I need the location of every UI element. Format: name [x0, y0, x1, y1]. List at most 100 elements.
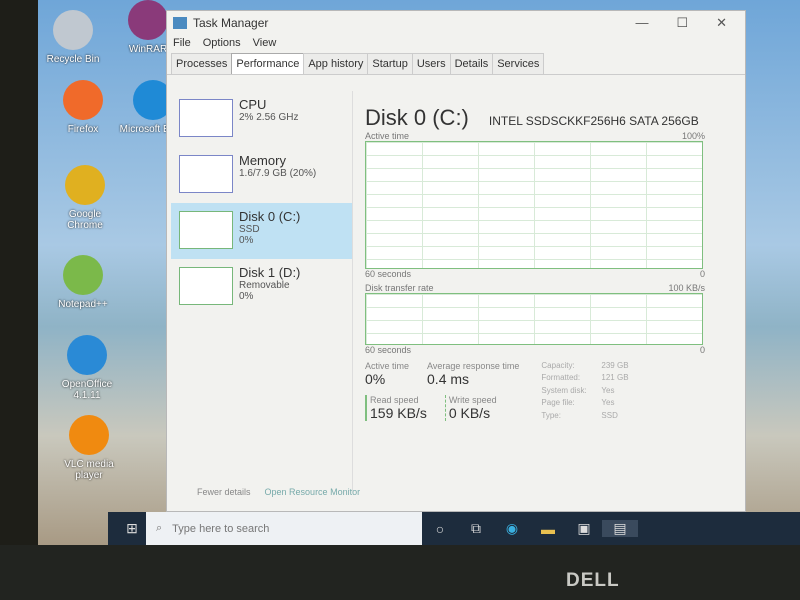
taskbar-search[interactable]: ⌕ Type here to search [146, 512, 422, 545]
tab-processes[interactable]: Processes [171, 53, 233, 74]
app-icon [63, 255, 103, 295]
app-icon [128, 0, 168, 40]
sidebar-item-detail: 2% 2.56 GHz [239, 112, 299, 123]
disk-title: Disk 0 (C:) [365, 105, 469, 130]
mini-graph [179, 99, 233, 137]
desktop-icon-label: VLC media player [64, 459, 114, 481]
property-label: Type: [541, 410, 561, 420]
desktop-icon-label: Recycle Bin [46, 54, 100, 65]
task-manager-window: Task Manager — ☐ ✕ File Options View Pro… [166, 10, 746, 512]
app-icon [63, 80, 103, 120]
taskbar: ⊞ ⌕ Type here to search ○ ⧉ ◉ ▬ ▣ ▤ [108, 512, 800, 545]
sidebar-item-name: Disk 1 (D:) [239, 265, 301, 280]
sidebar-item-usage: 0% [239, 235, 254, 246]
property-label: Formatted: [541, 373, 581, 383]
desktop-icon[interactable]: Firefox [48, 80, 118, 135]
minimize-button[interactable]: — [635, 15, 648, 31]
open-resource-monitor-link[interactable]: Open Resource Monitor [265, 487, 361, 497]
write-speed-value: 0 KB/s [448, 405, 491, 421]
edge-taskbar-icon[interactable]: ◉ [494, 520, 530, 537]
desktop-icon-label: Firefox [67, 124, 99, 135]
property-value: Yes [601, 398, 615, 408]
graph2-x-right: 0 [699, 345, 705, 355]
task-view-icon[interactable]: ⧉ [458, 520, 494, 537]
title-bar: Task Manager — ☐ ✕ [167, 11, 745, 35]
property-label: Page file: [541, 398, 575, 408]
property-value: SSD [601, 410, 618, 420]
tab-startup[interactable]: Startup [367, 53, 413, 74]
active-time-graph [365, 141, 703, 269]
app-icon [67, 335, 107, 375]
sidebar-item-name: Memory [239, 153, 286, 168]
sidebar-item[interactable]: Disk 1 (D:) Removable 0% [171, 259, 352, 315]
response-label: Average response time [427, 361, 520, 371]
active-time-label: Active time [365, 131, 410, 141]
desktop-icon-label: Notepad++ [58, 299, 108, 310]
dell-logo: DELL [566, 570, 620, 591]
graph2-x-left: 60 seconds [365, 345, 412, 355]
app-icon [53, 10, 93, 50]
mini-graph [179, 211, 233, 249]
response-value: 0.4 ms [427, 371, 470, 387]
property-value: 239 GB [601, 361, 629, 370]
search-icon: ⌕ [156, 522, 163, 534]
desktop-icon[interactable]: Google Chrome [50, 165, 120, 231]
menu-view[interactable]: View [253, 37, 277, 49]
property-value: 121 GB [601, 373, 629, 383]
sidebar-item-detail: 1.6/7.9 GB (20%) [239, 168, 317, 179]
tab-performance[interactable]: Performance [231, 53, 305, 74]
tab-users[interactable]: Users [411, 53, 451, 74]
graph1-x-right: 0 [699, 269, 705, 279]
close-button[interactable]: ✕ [716, 15, 727, 31]
desktop-icon[interactable]: OpenOffice 4.1.11 [52, 335, 122, 401]
menu-file[interactable]: File [173, 37, 191, 49]
mini-graph [179, 267, 233, 305]
desktop-icon-label: Google Chrome [67, 209, 103, 231]
desktop-icon-label: OpenOffice 4.1.11 [61, 379, 113, 401]
app-icon [173, 17, 187, 29]
monitor-bezel [0, 545, 800, 600]
transfer-rate-label: Disk transfer rate [365, 283, 434, 293]
store-icon[interactable]: ▣ [566, 520, 602, 537]
tab-details[interactable]: Details [449, 53, 494, 74]
sidebar-item-name: Disk 0 (C:) [239, 209, 301, 224]
active-time-stat-label: Active time [365, 361, 410, 371]
sidebar-item[interactable]: Disk 0 (C:) SSD 0% [171, 203, 352, 259]
desktop-icon[interactable]: VLC media player [54, 415, 124, 481]
sidebar-item-detail: SSD [239, 224, 260, 235]
tab-services[interactable]: Services [492, 53, 545, 74]
write-speed-label: Write speed [448, 395, 497, 405]
sidebar-item-name: CPU [239, 97, 267, 112]
desktop-icon[interactable]: Notepad++ [48, 255, 118, 310]
disk-model: INTEL SSDSCKKF256H6 SATA 256GB [488, 114, 699, 128]
sidebar-item[interactable]: Memory 1.6/7.9 GB (20%) [171, 147, 352, 203]
transfer-rate-graph [365, 293, 703, 345]
active-time-value: 0% [365, 371, 386, 387]
property-value: Yes [601, 385, 615, 395]
cortana-icon[interactable]: ○ [422, 521, 458, 537]
task-manager-taskbar-icon[interactable]: ▤ [602, 520, 638, 537]
tab-app-history[interactable]: App history [303, 53, 369, 74]
windows-start-icon[interactable]: ⊞ [114, 520, 150, 537]
sidebar-item-usage: 0% [239, 291, 254, 302]
read-speed-value: 159 KB/s [370, 405, 427, 421]
maximize-button[interactable]: ☐ [676, 15, 688, 31]
active-time-max: 100% [681, 131, 705, 141]
mini-graph [179, 155, 233, 193]
app-icon [69, 415, 109, 455]
property-label: Capacity: [541, 361, 575, 370]
sidebar-item-detail: Removable [239, 280, 290, 291]
read-speed-label: Read speed [370, 395, 419, 405]
app-icon [65, 165, 105, 205]
desktop: Recycle Bin WinRAR Firefox Microsoft Edge Go… [38, 0, 800, 545]
sidebar-item[interactable]: CPU 2% 2.56 GHz [171, 91, 352, 147]
window-title: Task Manager [193, 16, 269, 30]
desktop-icon[interactable]: Recycle Bin [38, 10, 108, 65]
graph1-x-left: 60 seconds [365, 269, 412, 279]
property-label: System disk: [541, 385, 587, 395]
menu-options[interactable]: Options [203, 37, 241, 49]
search-placeholder: Type here to search [172, 522, 270, 535]
transfer-rate-max: 100 KB/s [668, 283, 705, 293]
fewer-details-button[interactable]: Fewer details [197, 487, 251, 497]
file-explorer-icon[interactable]: ▬ [530, 521, 566, 537]
